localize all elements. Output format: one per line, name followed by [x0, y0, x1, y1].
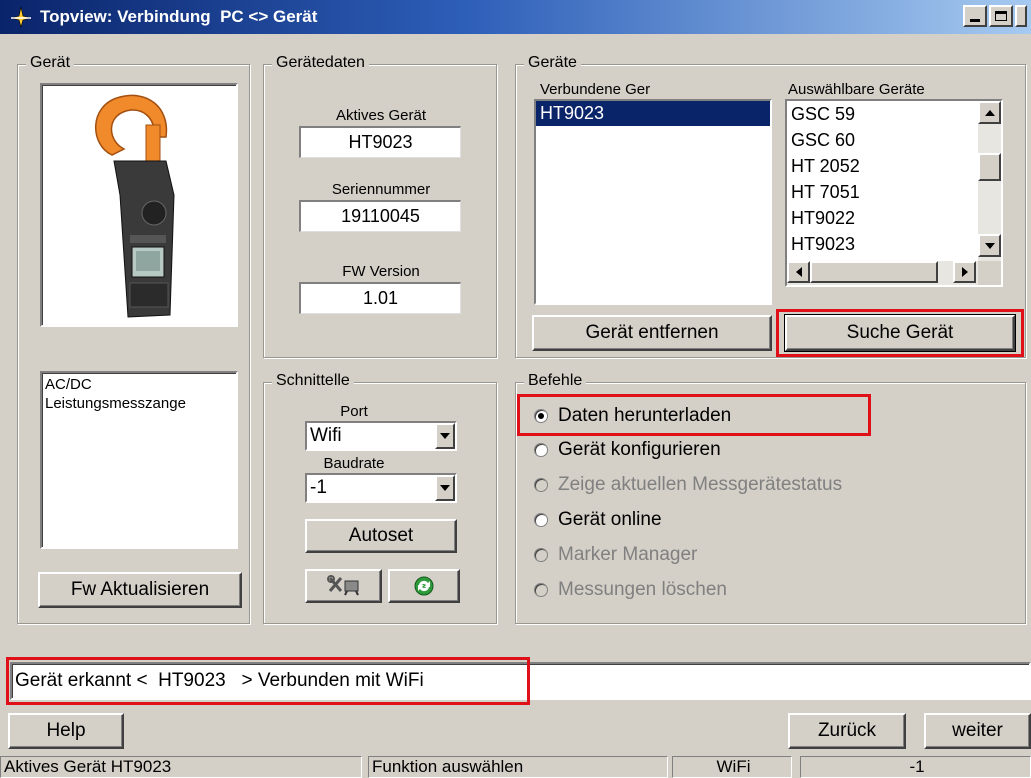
- back-button[interactable]: Zurück: [788, 713, 906, 749]
- port-select-value: Wifi: [310, 425, 342, 446]
- available-device-item[interactable]: HT9023: [787, 231, 978, 257]
- chevron-down-icon[interactable]: [435, 423, 455, 449]
- command-option-5: Marker Manager: [534, 537, 1014, 572]
- baudrate-select-value: -1: [310, 477, 327, 498]
- available-devices-label: Auswählbare Geräte: [788, 81, 925, 98]
- scrollbar-thumb[interactable]: [978, 153, 1001, 181]
- connected-devices-label: Verbundene Ger: [540, 81, 651, 98]
- serial-number-field: 19110045: [299, 200, 461, 232]
- geraetedaten-group: Gerätedaten Aktives Gerät HT9023 Serienn…: [263, 54, 497, 358]
- radio-checked-icon[interactable]: [534, 408, 548, 423]
- radio-unchecked-icon[interactable]: [534, 512, 548, 527]
- refresh-icon: [414, 576, 434, 596]
- geraet-legend: Gerät: [26, 54, 75, 72]
- window-title: Topview: Verbindung PC <> Gerät: [40, 7, 318, 26]
- autoset-button[interactable]: Autoset: [305, 519, 457, 553]
- command-option-label: Daten herunterladen: [558, 404, 732, 426]
- available-device-item[interactable]: GSC 59: [787, 101, 978, 127]
- connected-devices-list[interactable]: HT9023: [534, 99, 772, 305]
- next-button[interactable]: weiter: [924, 713, 1031, 749]
- fw-update-button[interactable]: Fw Aktualisieren: [38, 572, 242, 608]
- device-image-frame: [40, 83, 238, 327]
- available-devices-list[interactable]: GSC 59 GSC 60 HT 2052 HT 7051 HT9022 HT9023: [785, 99, 1003, 287]
- fw-version-field: 1.01: [299, 282, 461, 314]
- close-button[interactable]: [1015, 5, 1027, 27]
- command-option-label: Zeige aktuellen Messgerätestatus: [558, 473, 843, 495]
- command-option-6: Messungen löschen: [534, 572, 1014, 607]
- maximize-icon: [995, 11, 1007, 21]
- geraete-legend: Geräte: [524, 54, 581, 72]
- command-options: Daten herunterladen Gerät konfigurieren Ze…: [534, 399, 1014, 607]
- available-device-item[interactable]: HT 2052: [787, 153, 978, 179]
- maximize-button[interactable]: [989, 5, 1013, 27]
- command-option-label: Gerät online: [558, 508, 662, 530]
- befehle-group: Befehle Daten herunterladen Gerät konfigu…: [515, 372, 1026, 624]
- port-label: Port: [340, 403, 368, 420]
- baudrate-select[interactable]: -1: [305, 473, 457, 503]
- remove-device-button[interactable]: Gerät entfernen: [532, 315, 772, 351]
- command-option-1[interactable]: Daten herunterladen: [534, 399, 1014, 432]
- active-device-field: HT9023: [299, 126, 461, 158]
- command-option-3: Zeige aktuellen Messgerätestatus: [534, 467, 1014, 502]
- command-option-label: Messungen löschen: [558, 578, 727, 600]
- vertical-scrollbar[interactable]: [978, 101, 1001, 261]
- scroll-up-button[interactable]: [978, 101, 1001, 124]
- available-device-item[interactable]: HT 7051: [787, 179, 978, 205]
- clamp-meter-image: [95, 94, 175, 318]
- help-button[interactable]: Help: [8, 713, 124, 749]
- connected-device-item[interactable]: HT9023: [536, 101, 770, 126]
- device-description-text: AC/DC Leistungsmesszange: [45, 376, 186, 412]
- fw-version-label: FW Version: [342, 263, 420, 280]
- status-message-field: Gerät erkannt < HT9023 > Verbunden mit W…: [10, 662, 1031, 700]
- refresh-button[interactable]: [388, 569, 460, 603]
- radio-unchecked-icon[interactable]: [534, 442, 548, 457]
- available-device-item[interactable]: HT9022: [787, 205, 978, 231]
- chevron-down-icon[interactable]: [435, 475, 455, 501]
- geraet-group: Gerät AC/DC Leistungsmesszange Fw Aktual…: [17, 54, 250, 624]
- tools-icon: [326, 575, 359, 596]
- tools-button[interactable]: [305, 569, 382, 603]
- command-option-4[interactable]: Gerät online: [534, 502, 1014, 537]
- command-option-label: Gerät konfigurieren: [558, 438, 721, 460]
- statusbar-device: Aktives Gerät HT9023: [0, 756, 362, 778]
- geraete-group: Geräte Verbundene Ger HT9023 Auswählbare…: [515, 54, 1026, 358]
- radio-unchecked-icon: [534, 477, 548, 492]
- command-option-2[interactable]: Gerät konfigurieren: [534, 432, 1014, 467]
- search-device-button[interactable]: Suche Gerät: [784, 314, 1016, 352]
- scroll-right-button[interactable]: [953, 261, 976, 283]
- device-description: AC/DC Leistungsmesszange: [40, 371, 238, 549]
- baudrate-label: Baudrate: [323, 455, 385, 472]
- schnittstelle-legend: Schnittelle: [272, 372, 354, 390]
- befehle-legend: Befehle: [524, 372, 587, 390]
- minimize-button[interactable]: [963, 5, 987, 27]
- horizontal-scrollbar-thumb[interactable]: [810, 261, 938, 283]
- scroll-left-button[interactable]: [787, 261, 810, 283]
- radio-unchecked-icon: [534, 582, 548, 597]
- statusbar-baud: -1: [800, 756, 1031, 778]
- active-device-label: Aktives Gerät: [335, 107, 427, 124]
- status-message-text: Gerät erkannt < HT9023 > Verbunden mit W…: [15, 670, 424, 691]
- scrollbar-corner: [978, 261, 1001, 285]
- available-device-item[interactable]: GSC 60: [787, 127, 978, 153]
- statusbar-function: Funktion auswählen: [368, 756, 668, 778]
- title-bar[interactable]: Topview: Verbindung PC <> Gerät: [0, 0, 1031, 34]
- serial-number-label: Seriennummer: [331, 181, 431, 198]
- horizontal-scrollbar[interactable]: [787, 261, 978, 285]
- statusbar-connection: WiFi: [672, 756, 792, 778]
- radio-unchecked-icon: [534, 547, 548, 562]
- schnittstelle-group: Schnittelle Port Wifi Baudrate -1 Autose…: [263, 372, 497, 624]
- command-option-label: Marker Manager: [558, 543, 698, 565]
- geraetedaten-legend: Gerätedaten: [272, 54, 369, 72]
- app-icon: [8, 4, 34, 30]
- minimize-icon: [970, 18, 980, 22]
- port-select[interactable]: Wifi: [305, 421, 457, 451]
- scroll-down-button[interactable]: [978, 234, 1001, 257]
